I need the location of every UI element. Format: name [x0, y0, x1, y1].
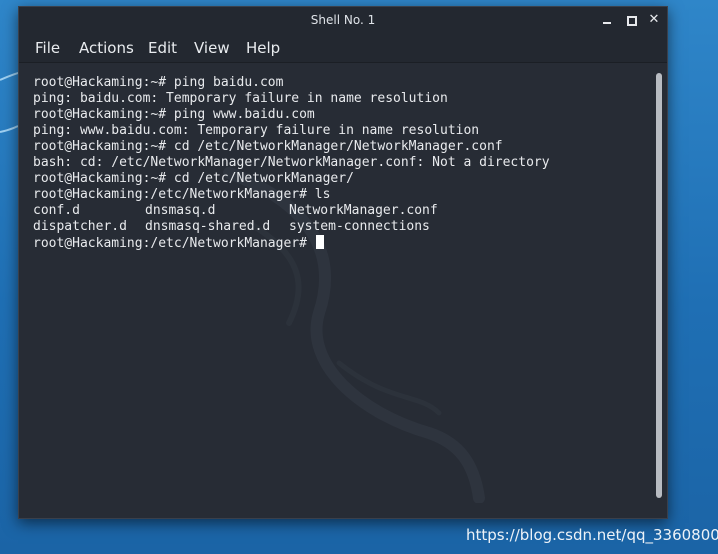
terminal-line: ping: baidu.com: Temporary failure in na…: [33, 91, 448, 106]
ls-entry: conf.d: [33, 203, 80, 218]
menu-help[interactable]: Help: [246, 39, 280, 57]
terminal-line: root@Hackaming:~# cd /etc/NetworkManager…: [33, 139, 503, 154]
terminal-output: root@Hackaming:~# ping baidu.com ping: b…: [33, 75, 550, 251]
terminal-line: root@Hackaming:~# cd /etc/NetworkManager…: [33, 171, 354, 186]
ls-output-row: conf.d dnsmasq.d NetworkManager.conf: [33, 203, 550, 219]
ls-output-row: dispatcher.d dnsmasq-shared.d system-conne…: [33, 219, 550, 235]
ls-entry: dnsmasq.d: [145, 203, 216, 218]
shell-prompt: root@Hackaming:/etc/NetworkManager#: [33, 236, 315, 251]
minimize-icon: [603, 22, 611, 24]
terminal-line: bash: cd: /etc/NetworkManager/NetworkMan…: [33, 155, 550, 170]
csdn-watermark: https://blog.csdn.net/qq_33608000: [466, 526, 718, 544]
terminal-line: root@Hackaming:~# ping baidu.com: [33, 75, 284, 90]
menu-bar: File Actions Edit View Help: [19, 34, 667, 63]
terminal-line: root@Hackaming:/etc/NetworkManager# ls: [33, 187, 331, 202]
terminal-window: Shell No. 1 ✕ File Actions Edit View Hel…: [18, 6, 668, 519]
terminal-area[interactable]: root@Hackaming:~# ping baidu.com ping: b…: [19, 63, 653, 518]
scrollbar-track[interactable]: [653, 63, 667, 518]
minimize-button[interactable]: [599, 12, 615, 28]
ls-entry: dnsmasq-shared.d: [145, 219, 271, 234]
menu-file[interactable]: File: [35, 39, 60, 57]
menu-actions[interactable]: Actions: [79, 39, 134, 57]
menu-view[interactable]: View: [194, 39, 230, 57]
ls-entry: system-connections: [289, 219, 430, 234]
terminal-line: root@Hackaming:~# ping www.baidu.com: [33, 107, 315, 122]
titlebar: Shell No. 1 ✕: [19, 7, 667, 34]
window-title: Shell No. 1: [310, 13, 376, 27]
close-icon: ✕: [648, 12, 660, 27]
maximize-icon: [627, 16, 637, 26]
maximize-button[interactable]: [623, 12, 639, 28]
scrollbar-thumb[interactable]: [656, 73, 662, 498]
terminal-line: ping: www.baidu.com: Temporary failure i…: [33, 123, 480, 138]
menu-edit[interactable]: Edit: [148, 39, 177, 57]
prompt-line[interactable]: root@Hackaming:/etc/NetworkManager#: [33, 235, 550, 251]
text-cursor: [315, 235, 324, 249]
ls-entry: dispatcher.d: [33, 219, 127, 234]
ls-entry: NetworkManager.conf: [289, 203, 438, 218]
close-button[interactable]: ✕: [646, 12, 662, 28]
